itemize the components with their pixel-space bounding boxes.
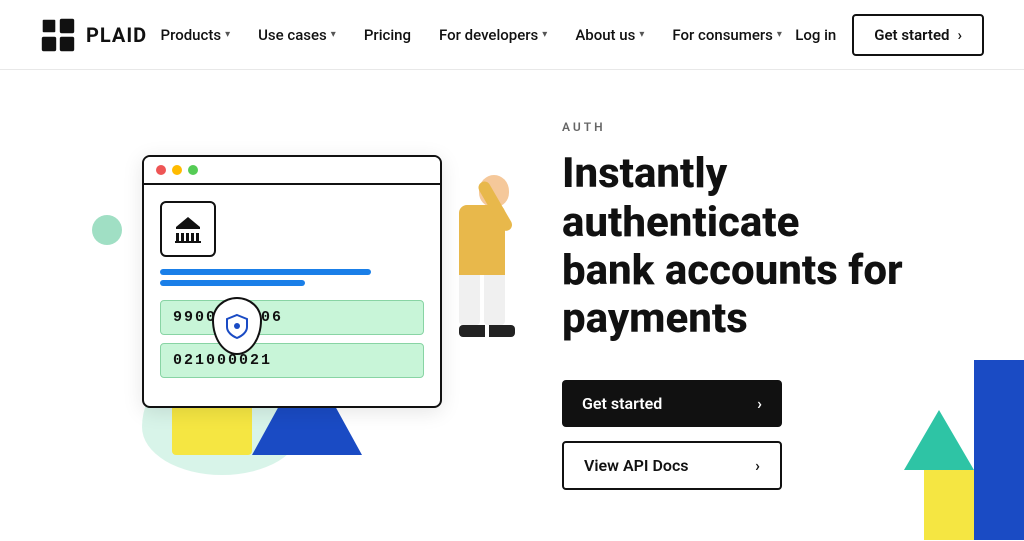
blue-lines-decoration xyxy=(160,269,424,286)
dot-green xyxy=(188,165,198,175)
arrow-icon: › xyxy=(757,394,762,413)
account-number-1: 9900009606 xyxy=(160,300,424,335)
view-api-docs-button[interactable]: View API Docs › xyxy=(562,441,782,490)
nav-products[interactable]: Products ▾ xyxy=(149,18,243,52)
login-button[interactable]: Log in xyxy=(795,26,836,44)
plaid-logo-icon xyxy=(40,17,76,53)
chevron-down-icon: ▾ xyxy=(639,29,644,40)
browser-window-card: 9900009606 021000021 xyxy=(142,155,442,408)
navbar: PLAID Products ▾ Use cases ▾ Pricing For… xyxy=(0,0,1024,70)
chevron-down-icon: ▾ xyxy=(225,29,230,40)
person-legs xyxy=(459,275,515,325)
blue-line-2 xyxy=(160,280,305,286)
hero-illustration: 9900009606 021000021 xyxy=(82,115,502,495)
browser-titlebar xyxy=(144,157,440,185)
person-leg-right xyxy=(484,275,505,325)
nav-use-cases[interactable]: Use cases ▾ xyxy=(246,18,348,52)
nav-pricing[interactable]: Pricing xyxy=(352,18,423,52)
hero-text-block: AUTH Instantly authenticate bank account… xyxy=(562,120,922,489)
browser-body: 9900009606 021000021 xyxy=(144,185,440,406)
arrow-icon: › xyxy=(755,456,760,475)
hero-section: 9900009606 021000021 xyxy=(0,70,1024,540)
person-figure xyxy=(416,175,472,337)
chevron-down-icon: ▾ xyxy=(777,29,782,40)
account-number-2: 021000021 xyxy=(160,343,424,378)
person-body xyxy=(459,205,505,275)
dot-yellow xyxy=(172,165,182,175)
logo-link[interactable]: PLAID xyxy=(40,17,147,53)
dot-red xyxy=(156,165,166,175)
deco-teal-triangle xyxy=(904,410,974,470)
bank-icon xyxy=(172,213,204,245)
deco-blue-bar xyxy=(974,360,1024,540)
arrow-icon: › xyxy=(957,26,962,44)
nav-links: Products ▾ Use cases ▾ Pricing For devel… xyxy=(149,18,794,52)
bank-icon-box xyxy=(160,201,216,257)
nav-consumers[interactable]: For consumers ▾ xyxy=(660,18,794,52)
chevron-down-icon: ▾ xyxy=(542,29,547,40)
person-foot-right xyxy=(489,325,515,337)
get-started-button[interactable]: Get started › xyxy=(852,14,984,56)
blue-line-1 xyxy=(160,269,371,275)
person-feet xyxy=(459,325,515,337)
chevron-down-icon: ▾ xyxy=(331,29,336,40)
nav-about[interactable]: About us ▾ xyxy=(563,18,656,52)
logo-text: PLAID xyxy=(86,23,147,47)
person-foot-left xyxy=(459,325,485,337)
hero-get-started-button[interactable]: Get started › xyxy=(562,380,782,427)
section-label: AUTH xyxy=(562,120,922,134)
hero-heading: Instantly authenticate bank accounts for… xyxy=(562,150,922,343)
nav-developers[interactable]: For developers ▾ xyxy=(427,18,559,52)
person-leg-left xyxy=(459,275,480,325)
shield-icon xyxy=(225,313,249,339)
green-dot-decoration xyxy=(92,215,122,245)
right-decoration xyxy=(904,340,1024,540)
nav-actions: Log in Get started › xyxy=(795,14,984,56)
